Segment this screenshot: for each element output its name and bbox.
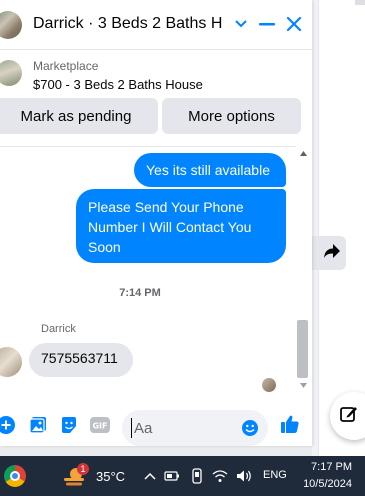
message-composer: GIF [0,402,312,446]
avatar[interactable] [0,11,22,39]
gif-icon[interactable]: GIF [90,415,110,435]
message-list: Yes its still available Please Send Your… [0,146,296,400]
photo-icon[interactable] [28,415,48,435]
volume-icon[interactable] [236,468,252,484]
outgoing-message[interactable]: Please Send Your Phone Number I Will Con… [76,189,286,263]
close-icon[interactable] [284,14,304,34]
battery-icon[interactable] [164,468,180,484]
scroll-down-arrow-icon[interactable] [296,380,310,390]
listing-title: $700 - 3 Beds 2 Baths House [33,77,203,92]
scrollbar[interactable] [296,146,310,392]
marketplace-listing[interactable]: Marketplace $700 - 3 Beds 2 Baths House [0,52,312,98]
conversation-title[interactable]: Darrick · 3 Beds 2 Baths H... [33,15,223,33]
avatar[interactable] [0,347,22,377]
chevron-up-icon[interactable] [142,468,158,484]
message-timestamp: 7:14 PM [119,287,161,299]
chrome-icon[interactable] [4,465,26,487]
background-panel [318,0,365,460]
more-options-button[interactable]: More options [162,98,301,134]
language-indicator[interactable]: ENG [263,469,287,481]
mark-as-pending-button[interactable]: Mark as pending [0,98,158,134]
notification-badge: 1 [77,463,89,475]
text-caret [131,418,132,438]
clock-time[interactable]: 7:17 PM [300,461,352,473]
minimize-icon[interactable] [257,14,277,34]
chat-window: Darrick · 3 Beds 2 Baths H... Marketplac… [0,0,312,446]
listing-source: Marketplace [33,59,99,73]
compose-icon [339,404,359,429]
incoming-message[interactable]: 7575563711 [29,343,133,377]
chat-header: Darrick · 3 Beds 2 Baths H... [0,0,312,50]
plus-circle-icon[interactable] [0,415,16,435]
scroll-up-arrow-icon[interactable] [296,148,310,158]
listing-thumbnail [0,60,22,86]
sticker-icon[interactable] [59,415,79,435]
thumbs-up-icon[interactable] [280,414,300,434]
taskbar: 1 35°C ENG 7:17 PM 10/5/2024 [0,456,365,496]
read-receipt-avatar [262,378,276,392]
outgoing-message[interactable]: Yes its still available [134,153,286,187]
chevron-down-icon[interactable] [232,14,250,34]
wifi-icon[interactable] [212,468,228,484]
background-divider [355,0,365,5]
clock-date[interactable]: 10/5/2024 [300,478,352,490]
device-icon[interactable] [189,468,205,484]
temperature[interactable]: 35°C [96,469,125,484]
emoji-icon[interactable] [240,418,260,438]
scroll-thumb[interactable] [297,320,308,378]
svg-text:GIF: GIF [92,422,107,431]
sender-name: Darrick [41,323,76,335]
share-icon [323,243,341,264]
